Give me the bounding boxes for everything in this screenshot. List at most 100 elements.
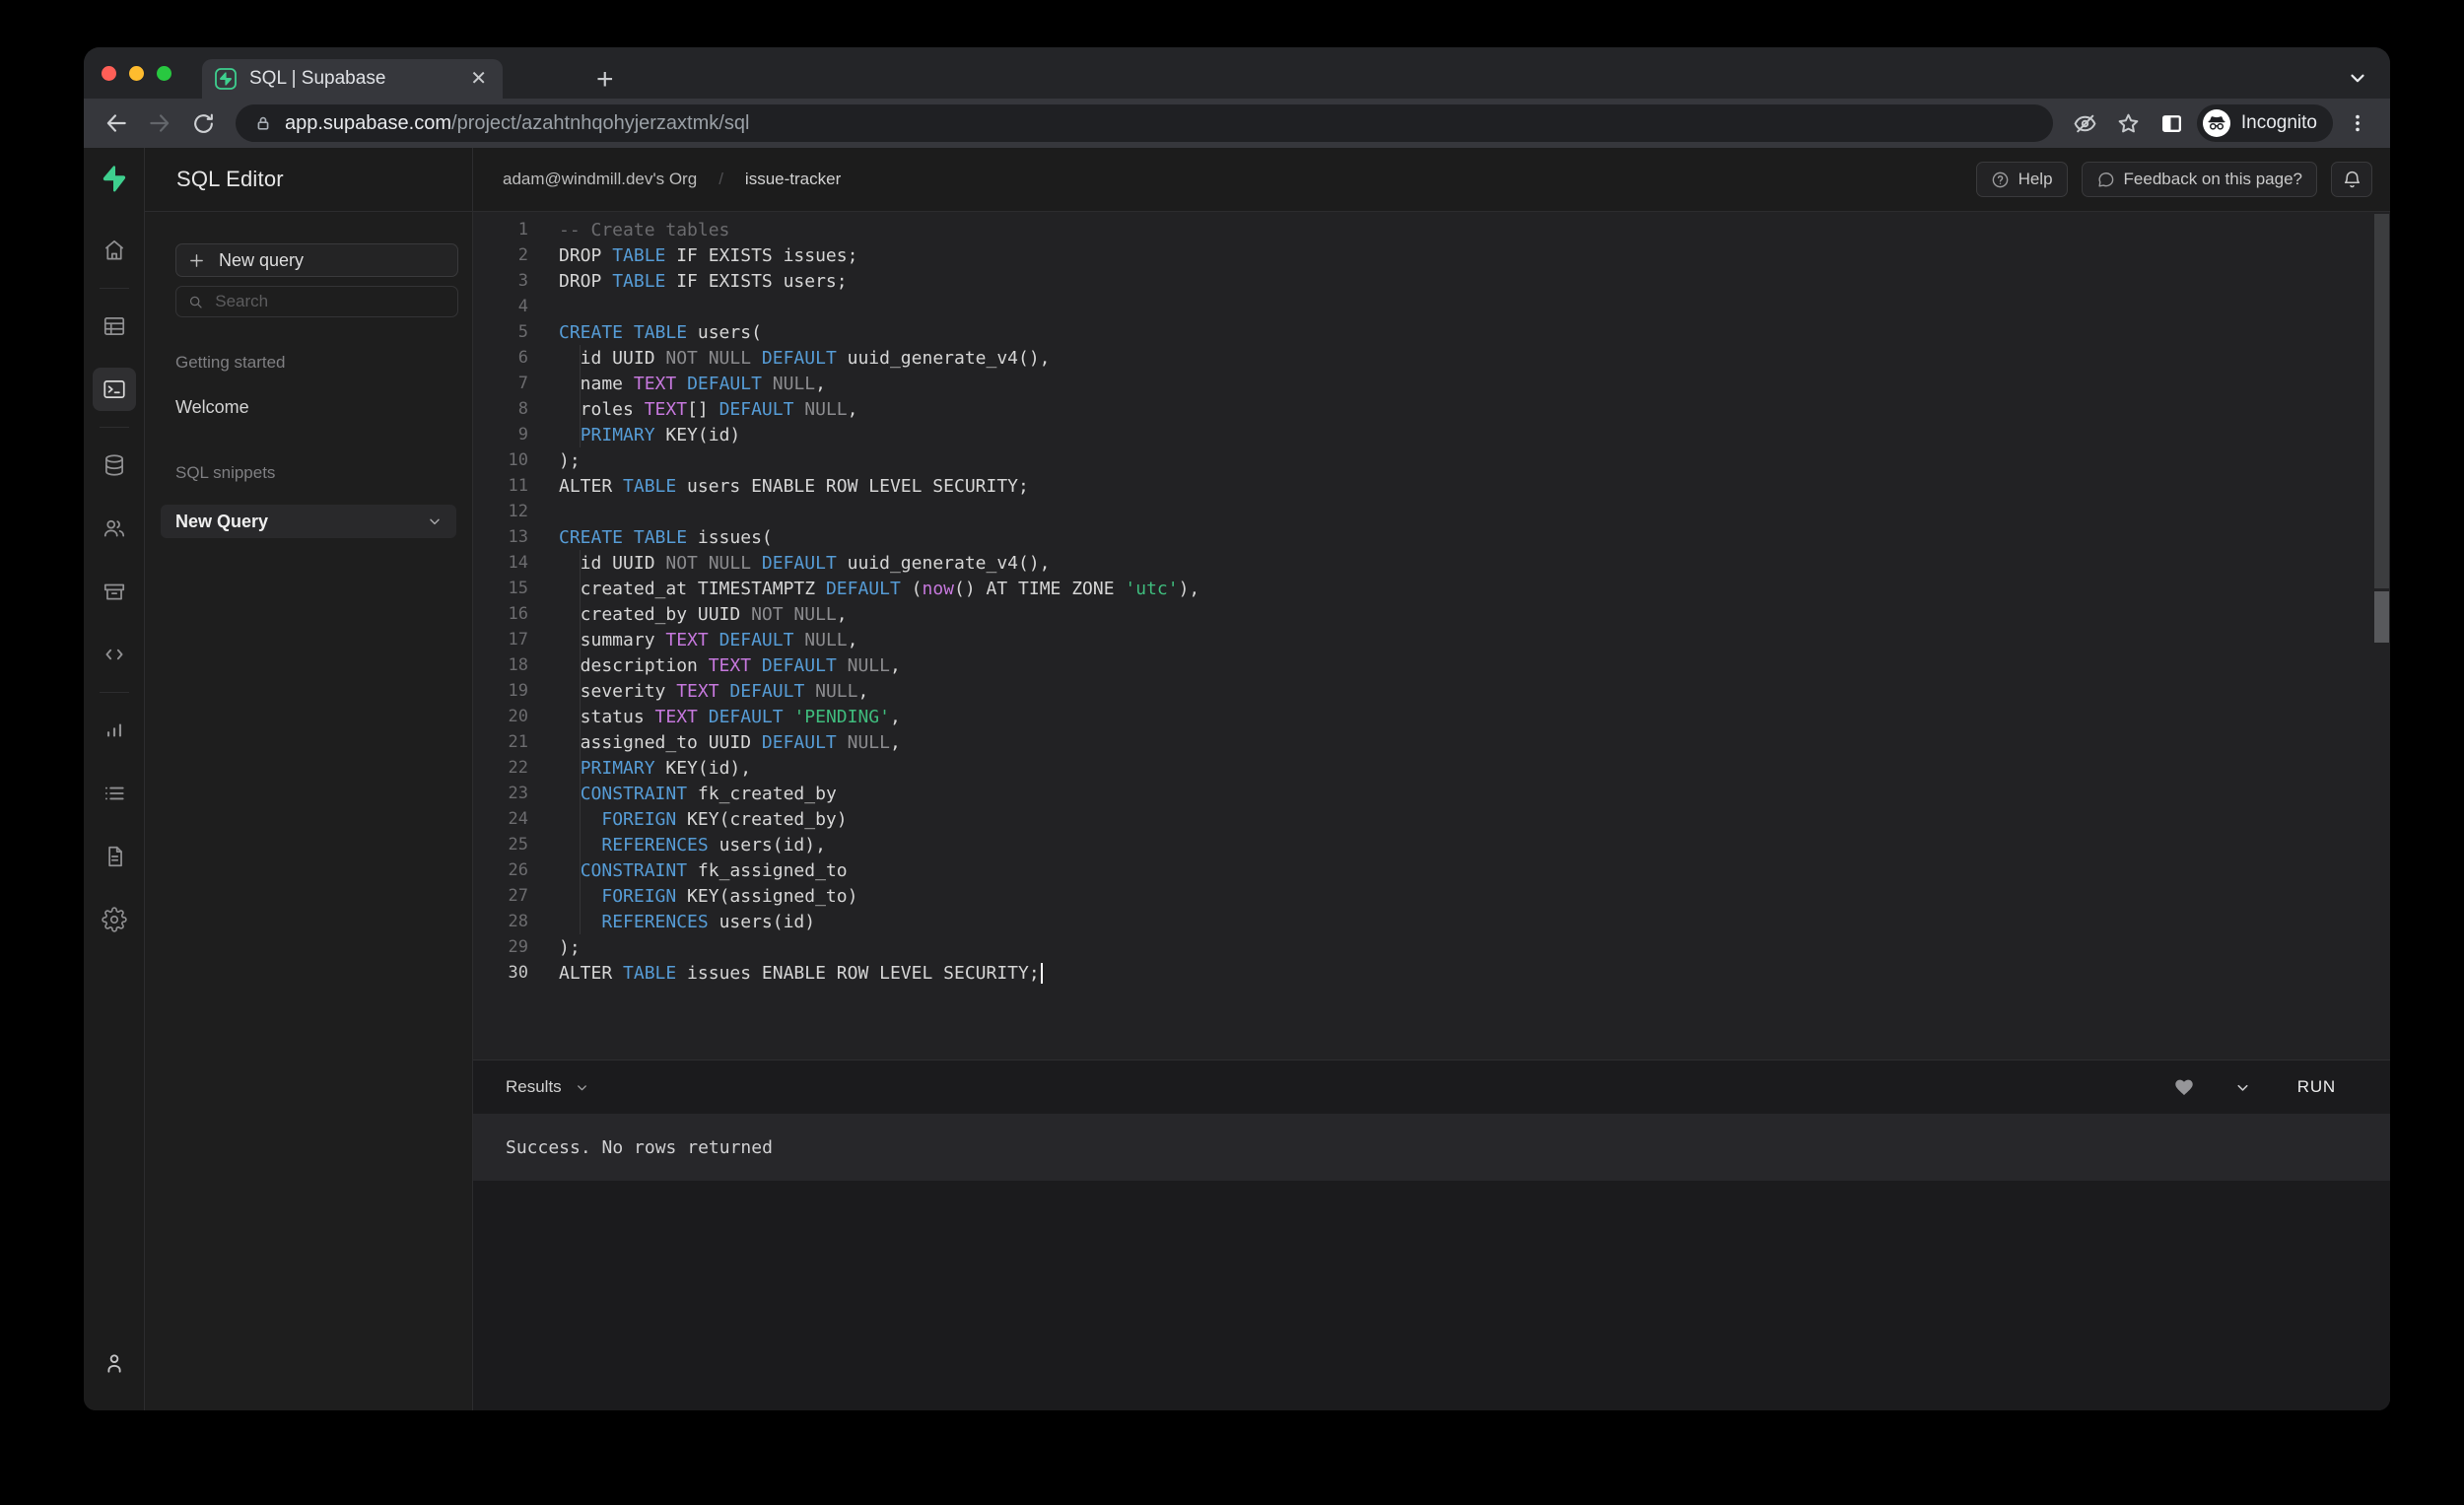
tab-search-button[interactable] xyxy=(2347,67,2368,89)
code-line: 1-- Create tables xyxy=(473,217,2390,242)
rail-divider xyxy=(100,692,129,693)
scrollbar-thumb[interactable] xyxy=(2374,591,2389,643)
side-panel-button[interactable] xyxy=(2154,104,2191,142)
code-text: REFERENCES users(id), xyxy=(559,835,826,855)
notifications-button[interactable] xyxy=(2331,162,2372,197)
success-message: Success. No rows returned xyxy=(506,1137,773,1158)
chevron-down-icon xyxy=(2234,1079,2251,1096)
sidebar-rail-reports[interactable] xyxy=(93,709,136,752)
bell-icon xyxy=(2342,170,2362,190)
code-line: 12 xyxy=(473,499,2390,524)
line-number: 3 xyxy=(473,271,528,291)
help-button[interactable]: Help xyxy=(1976,162,2068,197)
close-window-button[interactable] xyxy=(102,66,116,81)
supabase-logo[interactable] xyxy=(84,148,144,211)
sidebar-rail-api[interactable] xyxy=(93,633,136,676)
favorite-button[interactable] xyxy=(2169,1072,2199,1102)
results-bar: Results RUN xyxy=(473,1060,2390,1114)
rail-divider xyxy=(100,427,129,428)
speech-bubble-icon xyxy=(2096,171,2115,189)
search-input[interactable] xyxy=(215,292,445,311)
code-text: id UUID NOT NULL DEFAULT uuid_generate_v… xyxy=(559,553,1051,574)
code-brackets-icon xyxy=(102,642,127,667)
sidebar-rail-docs[interactable] xyxy=(93,835,136,878)
star-icon xyxy=(2116,111,2141,136)
sidebar-rail-database[interactable] xyxy=(93,444,136,487)
code-text: ); xyxy=(559,450,581,471)
code-text: CONSTRAINT fk_assigned_to xyxy=(559,860,848,881)
sidebar-item-welcome[interactable]: Welcome xyxy=(175,397,457,418)
code-text: created_at TIMESTAMPTZ DEFAULT (now() AT… xyxy=(559,579,1199,599)
incognito-badge[interactable]: Incognito xyxy=(2197,104,2333,142)
line-number: 8 xyxy=(473,399,528,419)
eye-slash-icon xyxy=(2073,111,2097,136)
browser-window: SQL | Supabase ✕ + app.supabase.com/proj… xyxy=(84,47,2390,1410)
line-number: 13 xyxy=(473,527,528,547)
archive-box-icon xyxy=(102,579,127,604)
sidebar-rail-storage[interactable] xyxy=(93,570,136,613)
sidebar-rail-sql-editor[interactable] xyxy=(93,368,136,411)
code-text: description TEXT DEFAULT NULL, xyxy=(559,655,901,676)
chevron-down-icon xyxy=(2347,67,2368,89)
code-text: created_by UUID NOT NULL, xyxy=(559,604,848,625)
sidebar-item-new-query-selected[interactable]: New Query xyxy=(161,505,456,538)
account-button[interactable] xyxy=(93,1341,136,1385)
privacy-eye-button[interactable] xyxy=(2067,104,2104,142)
code-line: 30ALTER TABLE issues ENABLE ROW LEVEL SE… xyxy=(473,960,2390,986)
address-bar[interactable]: app.supabase.com/project/azahtnhqohyjerz… xyxy=(236,104,2053,142)
tab-title: SQL | Supabase xyxy=(249,68,454,90)
feedback-button[interactable]: Feedback on this page? xyxy=(2082,162,2317,197)
line-number: 22 xyxy=(473,758,528,778)
zoom-window-button[interactable] xyxy=(157,66,171,81)
line-number: 28 xyxy=(473,912,528,931)
line-number: 16 xyxy=(473,604,528,624)
line-number: 6 xyxy=(473,348,528,368)
sidebar-rail-table-editor[interactable] xyxy=(93,305,136,348)
scrollbar-thumb[interactable] xyxy=(2374,214,2389,588)
incognito-label: Incognito xyxy=(2241,112,2317,134)
editor-scrollbar[interactable] xyxy=(2373,214,2390,855)
code-line: 17 summary TEXT DEFAULT NULL, xyxy=(473,627,2390,652)
code-text: ALTER TABLE users ENABLE ROW LEVEL SECUR… xyxy=(559,476,1029,497)
results-dropdown[interactable]: Results xyxy=(506,1077,589,1097)
breadcrumb-org[interactable]: adam@windmill.dev's Org xyxy=(503,170,697,189)
minimize-window-button[interactable] xyxy=(129,66,144,81)
reload-button[interactable] xyxy=(184,104,222,142)
sidebar-rail-home[interactable] xyxy=(93,229,136,272)
breadcrumb-project[interactable]: issue-tracker xyxy=(745,170,841,189)
app-header: SQL Editor adam@windmill.dev's Org / iss… xyxy=(145,148,2390,212)
new-query-button[interactable]: New query xyxy=(175,243,458,277)
line-number: 21 xyxy=(473,732,528,752)
code-line: 24 FOREIGN KEY(created_by) xyxy=(473,806,2390,832)
line-number: 10 xyxy=(473,450,528,470)
code-line: 7 name TEXT DEFAULT NULL, xyxy=(473,371,2390,396)
reload-icon xyxy=(191,111,216,136)
back-button[interactable] xyxy=(98,104,135,142)
line-number: 7 xyxy=(473,374,528,393)
sidebar-rail-auth[interactable] xyxy=(93,507,136,550)
code-line: 21 assigned_to UUID DEFAULT NULL, xyxy=(473,729,2390,755)
code-line: 26 CONSTRAINT fk_assigned_to xyxy=(473,857,2390,883)
search-field[interactable] xyxy=(175,286,458,317)
run-options-button[interactable] xyxy=(2228,1072,2258,1102)
chevron-down-icon xyxy=(427,513,443,529)
forward-button[interactable] xyxy=(141,104,178,142)
sidebar-rail-logs[interactable] xyxy=(93,772,136,815)
bar-chart-icon xyxy=(102,718,127,743)
code-line: 20 status TEXT DEFAULT 'PENDING', xyxy=(473,704,2390,729)
tab-close-icon[interactable]: ✕ xyxy=(466,67,491,91)
page-title: SQL Editor xyxy=(176,167,284,192)
code-editor[interactable]: 1-- Create tables2DROP TABLE IF EXISTS i… xyxy=(473,212,2390,1060)
lock-icon xyxy=(253,113,273,133)
table-grid-icon xyxy=(102,313,127,339)
sidebar-rail-settings[interactable] xyxy=(93,898,136,941)
results-label: Results xyxy=(506,1077,562,1097)
run-button[interactable]: RUN xyxy=(2288,1071,2346,1103)
new-tab-button[interactable]: + xyxy=(596,65,614,95)
code-line: 10); xyxy=(473,447,2390,473)
browser-tab[interactable]: SQL | Supabase ✕ xyxy=(202,59,503,99)
code-line: 5CREATE TABLE users( xyxy=(473,319,2390,345)
bookmark-button[interactable] xyxy=(2110,104,2148,142)
menu-button[interactable] xyxy=(2339,104,2376,142)
line-number: 11 xyxy=(473,476,528,496)
